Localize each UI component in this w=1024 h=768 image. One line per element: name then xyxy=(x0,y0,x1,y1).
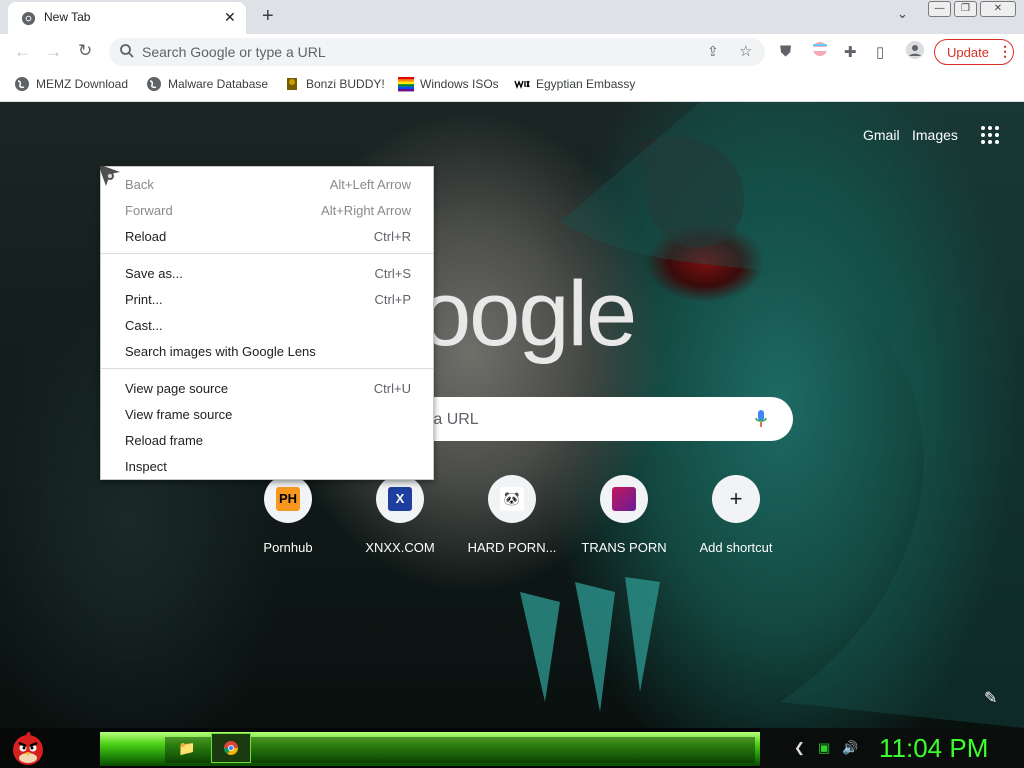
mouse-cursor-icon xyxy=(98,164,120,186)
gmail-link[interactable]: Gmail xyxy=(863,127,900,143)
panda-icon: 🐼 xyxy=(500,487,524,511)
shortcut-label: HARD PORN... xyxy=(467,540,557,555)
globe-icon xyxy=(15,77,29,91)
profile-avatar[interactable] xyxy=(906,41,924,63)
shortcut-label: Add shortcut xyxy=(699,540,773,555)
forward-button[interactable]: → xyxy=(45,42,62,62)
extension-flag-icon[interactable] xyxy=(812,41,828,61)
back-button[interactable]: ← xyxy=(14,42,31,62)
bookmark-bonzi-buddy[interactable]: Bonzi BUDDY! xyxy=(284,76,385,94)
pornhub-icon: PH xyxy=(276,487,300,511)
wix-icon xyxy=(514,80,530,90)
window-close-button[interactable]: ✕ xyxy=(980,1,1016,17)
shortcut-hint: Alt+Left Arrow xyxy=(329,177,411,192)
ntp-search-box[interactable]: e a URL xyxy=(398,397,793,441)
shortcut-pornhub[interactable]: PH xyxy=(264,475,312,523)
tab-new-tab[interactable]: New Tab ✕ xyxy=(8,2,246,34)
update-button[interactable]: Update ⋮ xyxy=(934,39,1014,65)
google-logo: oogle xyxy=(420,263,637,365)
bookmark-windows-isos[interactable]: Windows ISOs xyxy=(398,76,499,94)
search-icon xyxy=(120,44,134,58)
menu-separator xyxy=(101,368,433,369)
shortcut-label: Pornhub xyxy=(263,540,313,555)
menu-item-print[interactable]: Print... xyxy=(125,292,163,307)
share-icon[interactable]: ⇪ xyxy=(707,43,719,60)
menu-item-back[interactable]: Back xyxy=(125,177,154,192)
customize-pencil-icon[interactable]: ✎ xyxy=(984,688,997,708)
shortcut-xnxx[interactable]: X xyxy=(376,475,424,523)
menu-item-reload-frame[interactable]: Reload frame xyxy=(125,433,203,448)
bookmark-star-icon[interactable]: ☆ xyxy=(739,42,752,60)
shortcut-label: TRANS PORN xyxy=(581,540,667,555)
apps-grid-icon[interactable] xyxy=(980,125,1000,145)
menu-separator xyxy=(101,253,433,254)
tray-network-icon[interactable]: ▣ xyxy=(818,740,830,756)
omnibox-placeholder: Search Google or type a URL xyxy=(142,44,326,60)
globe-icon xyxy=(147,77,161,91)
menu-item-inspect[interactable]: Inspect xyxy=(125,459,167,474)
bookmark-malware-database[interactable]: Malware Database xyxy=(146,76,268,94)
microphone-icon[interactable] xyxy=(754,409,768,429)
add-shortcut-button[interactable]: + xyxy=(712,475,760,523)
start-button-angry-bird-icon[interactable] xyxy=(8,728,48,768)
xnxx-icon: X xyxy=(388,487,412,511)
images-link[interactable]: Images xyxy=(912,127,958,143)
shortcut-hard-porn[interactable]: 🐼 xyxy=(488,475,536,523)
rainbow-flag-icon xyxy=(398,77,414,92)
chrome-icon xyxy=(21,11,36,26)
menu-item-view-page-source[interactable]: View page source xyxy=(125,381,228,396)
side-panel-icon[interactable]: ▯ xyxy=(876,43,884,61)
shortcut-trans-porn[interactable] xyxy=(600,475,648,523)
ublock-shield-icon[interactable]: ⛊ xyxy=(780,43,791,60)
bookmark-memz[interactable]: MEMZ Download xyxy=(14,76,128,94)
menu-item-save-as[interactable]: Save as... xyxy=(125,266,183,281)
shortcut-hint: Ctrl+U xyxy=(373,381,411,396)
taskbar-inner xyxy=(165,737,755,763)
menu-item-reload[interactable]: Reload xyxy=(125,229,166,244)
menu-item-cast[interactable]: Cast... xyxy=(125,318,163,333)
menu-item-view-frame-source[interactable]: View frame source xyxy=(125,407,232,422)
chrome-icon xyxy=(224,741,238,755)
shortcut-hint: Ctrl+S xyxy=(374,266,411,281)
omnibox[interactable]: Search Google or type a URL ⇪ ☆ xyxy=(109,38,765,66)
plus-icon: + xyxy=(729,486,743,511)
shortcut-hint: Ctrl+R xyxy=(373,229,411,244)
minimize-button[interactable]: — xyxy=(928,1,951,17)
taskbar-clock[interactable]: 11:04 PM xyxy=(879,733,988,764)
shortcut-hint: Alt+Right Arrow xyxy=(321,203,411,218)
new-tab-button[interactable]: + xyxy=(262,5,274,28)
tab-close-icon[interactable]: ✕ xyxy=(224,9,236,26)
bonzi-icon xyxy=(287,78,297,90)
tray-volume-icon[interactable]: 🔊 xyxy=(842,740,858,756)
restore-button[interactable]: ❐ xyxy=(954,1,977,17)
file-explorer-folder-icon[interactable]: 📁 xyxy=(178,740,195,757)
menu-item-google-lens[interactable]: Search images with Google Lens xyxy=(125,344,316,359)
shortcut-label: XNXX.COM xyxy=(365,540,435,555)
menu-item-forward[interactable]: Forward xyxy=(125,203,173,218)
taskbar-chrome-button[interactable] xyxy=(211,733,251,763)
shortcut-hint: Ctrl+P xyxy=(374,292,411,307)
bookmark-egyptian-embassy[interactable]: Egyptian Embassy xyxy=(514,76,635,94)
tray-chevron-icon[interactable]: ❮ xyxy=(794,740,805,756)
update-label: Update xyxy=(947,45,989,60)
extensions-puzzle-icon[interactable]: ✚ xyxy=(844,43,857,61)
tab-search-icon[interactable]: ⌄ xyxy=(897,6,908,22)
tab-title: New Tab xyxy=(44,10,91,24)
context-menu: Back Alt+Left Arrow Forward Alt+Right Ar… xyxy=(100,166,434,480)
menu-dots-icon[interactable]: ⋮ xyxy=(998,43,1012,60)
trans-porn-icon xyxy=(612,487,636,511)
reload-button[interactable]: ↻ xyxy=(78,41,92,61)
